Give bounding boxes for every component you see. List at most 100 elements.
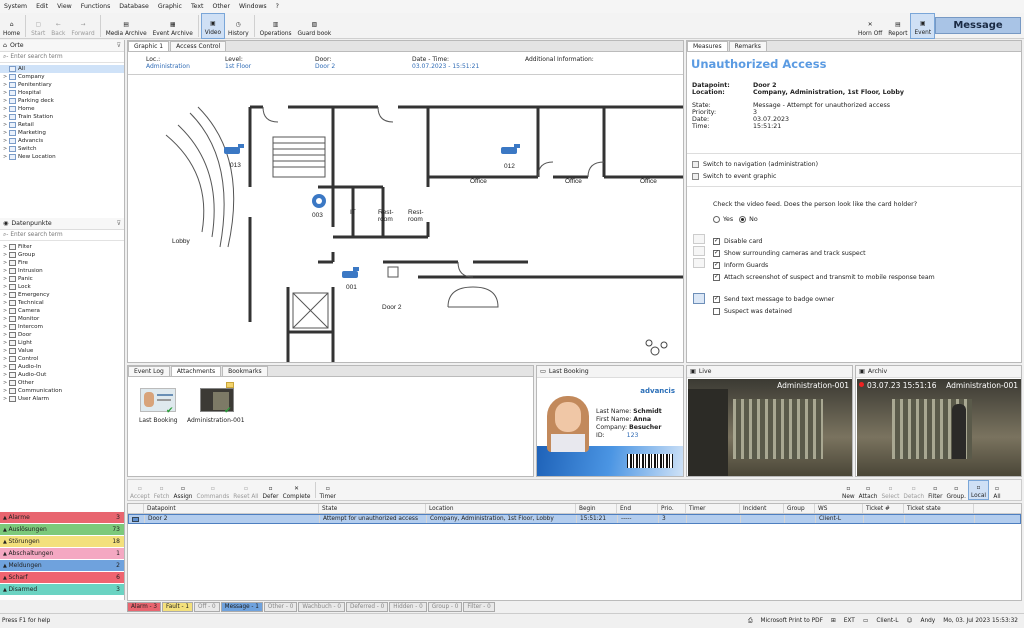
measure-checkbox-show-surrounding-cameras-and-t[interactable]: ✓ Show surrounding cameras and track susp… (713, 247, 935, 259)
column-header[interactable]: Begin (576, 504, 617, 513)
column-header[interactable]: Group (784, 504, 815, 513)
menu-functions[interactable]: Functions (81, 3, 111, 10)
location-item[interactable]: > New Location (0, 153, 124, 161)
event-button[interactable]: ▣ Event (910, 13, 936, 39)
no-radio[interactable] (739, 216, 747, 223)
guard-book-button[interactable]: ▧ Guard book (295, 13, 335, 39)
location-item[interactable]: > Hospital (0, 89, 124, 97)
filter-tab-fault[interactable]: Fault - 1 (162, 602, 193, 612)
filter-tab-alarm[interactable]: Alarm - 3 (127, 602, 162, 612)
history-button[interactable]: ◷ History (225, 13, 252, 39)
location-item[interactable]: > Company (0, 73, 124, 81)
tab-measures[interactable]: Measures (687, 41, 728, 51)
column-header[interactable]: Location (426, 504, 576, 513)
filter-tab-deferred[interactable]: Deferred - 0 (346, 602, 389, 612)
datapoint-item[interactable]: > User Alarm (0, 395, 124, 403)
back-button[interactable]: ← Back (48, 13, 68, 39)
location-item[interactable]: > Switch (0, 145, 124, 153)
menu-graphic[interactable]: Graphic (158, 3, 182, 10)
all-button[interactable]: ▫ All (989, 480, 1005, 501)
column-header[interactable]: Incident (740, 504, 784, 513)
detach-button[interactable]: ▫ Detach (901, 480, 926, 501)
datapoint-item[interactable]: > Filter (0, 243, 124, 251)
column-header[interactable]: State (319, 504, 426, 513)
column-header[interactable]: End (617, 504, 658, 513)
tab-access-control[interactable]: Access Control (170, 41, 227, 51)
datapoint-item[interactable]: > Audio-Out (0, 371, 124, 379)
filter-icon[interactable]: ⊽ (116, 42, 121, 49)
menu-edit[interactable]: Edit (36, 3, 48, 10)
timer-button[interactable]: ▫ Timer (318, 480, 339, 501)
menu-text[interactable]: Text (191, 3, 204, 10)
fetch-button[interactable]: ▫ Fetch (152, 480, 172, 501)
horn-off-button[interactable]: ✕ Horn Off (855, 13, 885, 39)
filter-tab-filter[interactable]: Filter - 0 (463, 602, 495, 612)
datapoint-item[interactable]: > Door (0, 331, 124, 339)
complete-button[interactable]: ✕ Complete (281, 480, 313, 501)
datapoint-item[interactable]: > Value (0, 347, 124, 355)
datapoint-item[interactable]: > Emergency (0, 291, 124, 299)
column-header[interactable]: Ticket # (863, 504, 904, 513)
switch-event-graphic-link[interactable]: Switch to event graphic (692, 170, 818, 182)
datapoint-item[interactable]: > Audio-In (0, 363, 124, 371)
live-video-feed[interactable]: Administration-001 (688, 379, 852, 476)
checked-icon[interactable]: ✓ (713, 295, 720, 303)
datapoint-item[interactable]: > Intrusion (0, 267, 124, 275)
attach-button[interactable]: ▫ Attach (857, 480, 880, 501)
home-button[interactable]: ⌂ Home (0, 13, 23, 39)
datapoints-search-input[interactable]: ⌕- Enter search term (0, 230, 124, 241)
alarm-group-alarme[interactable]: ▲ Alarme 3 (0, 512, 124, 524)
filter-tab-message[interactable]: Message - 1 (220, 602, 263, 612)
alarm-group-ausl-sungen[interactable]: ▲ Auslösungen 73 (0, 524, 124, 536)
alarm-group-st-rungen[interactable]: ▲ Störungen 18 (0, 536, 124, 548)
alarm-group-abschaltungen[interactable]: ▲ Abschaltungen 1 (0, 548, 124, 560)
table-row[interactable]: Door 2 Attempt for unauthorized access Com… (128, 514, 1021, 524)
measure-checkbox-suspect-was-detained[interactable]: Suspect was detained (713, 305, 935, 317)
message-button[interactable]: Message (935, 17, 1021, 34)
filter-tab-wachbuch[interactable]: Wachbuch - 0 (298, 602, 346, 612)
archive-video-feed[interactable]: 03.07.23 15:51:16 Administration-001 (857, 379, 1021, 476)
datapoint-item[interactable]: > Camera (0, 307, 124, 315)
measure-checkbox-attach-screenshot-of-suspect-a[interactable]: ✓ Attach screenshot of suspect and transm… (713, 271, 935, 283)
column-header[interactable]: Ticket state (904, 504, 974, 513)
datapoint-item[interactable]: > Control (0, 355, 124, 363)
tab-attachments[interactable]: Attachments (170, 366, 222, 376)
datapoint-item[interactable]: > Panic (0, 275, 124, 283)
tab-bookmarks[interactable]: Bookmarks (222, 366, 268, 376)
location-item[interactable]: > Retail (0, 121, 124, 129)
floor-plan[interactable]: Office Office Office IT Rest- room Rest-… (128, 77, 683, 362)
location-item[interactable]: > Parking deck (0, 97, 124, 105)
filter-icon[interactable]: ⊽ (116, 220, 121, 227)
column-header[interactable]: Timer (686, 504, 740, 513)
column-header[interactable]: Prio. (658, 504, 686, 513)
datapoint-item[interactable]: > Other (0, 379, 124, 387)
event-archive-button[interactable]: ▦ Event Archive (150, 13, 196, 39)
checked-icon[interactable]: ✓ (713, 249, 720, 257)
measure-checkbox-inform-guards[interactable]: ✓ Inform Guards (713, 259, 935, 271)
location-item[interactable]: All (0, 65, 124, 73)
alarm-group-scharf[interactable]: ▲ Scharf 6 (0, 572, 124, 584)
datapoint-item[interactable]: > Communication (0, 387, 124, 395)
location-item[interactable]: > Home (0, 105, 124, 113)
filter-tab-group[interactable]: Group - 0 (427, 602, 463, 612)
checked-icon[interactable]: ✓ (713, 273, 720, 281)
filter-tab-other[interactable]: Other - 0 (263, 602, 298, 612)
video-button[interactable]: ▣ Video (200, 13, 226, 39)
commands-button[interactable]: ▫ Commands (194, 480, 231, 501)
measure-checkbox-disable-card[interactable]: ✓ Disable card (713, 235, 935, 247)
forward-button[interactable]: → Forward (68, 13, 97, 39)
alarm-group-disarmed[interactable]: ▲ Disarmed 3 (0, 584, 124, 596)
location-item[interactable]: > Advancis (0, 137, 124, 145)
accept-button[interactable]: ▫ Accept (128, 480, 152, 501)
unchecked-icon[interactable] (713, 307, 720, 315)
tab-remarks[interactable]: Remarks (728, 41, 767, 51)
media-archive-button[interactable]: ▤ Media Archive (103, 13, 150, 39)
datapoint-item[interactable]: > Lock (0, 283, 124, 291)
yes-radio[interactable] (713, 216, 720, 223)
filter-tab-off[interactable]: Off - 0 (193, 602, 220, 612)
filter-tab-hidden[interactable]: Hidden - 0 (389, 602, 427, 612)
group-button[interactable]: ▫ Group. (944, 480, 968, 501)
checked-icon[interactable]: ✓ (713, 237, 720, 245)
datapoint-item[interactable]: > Group (0, 251, 124, 259)
reset-all-button[interactable]: ▫ Reset All (231, 480, 260, 501)
